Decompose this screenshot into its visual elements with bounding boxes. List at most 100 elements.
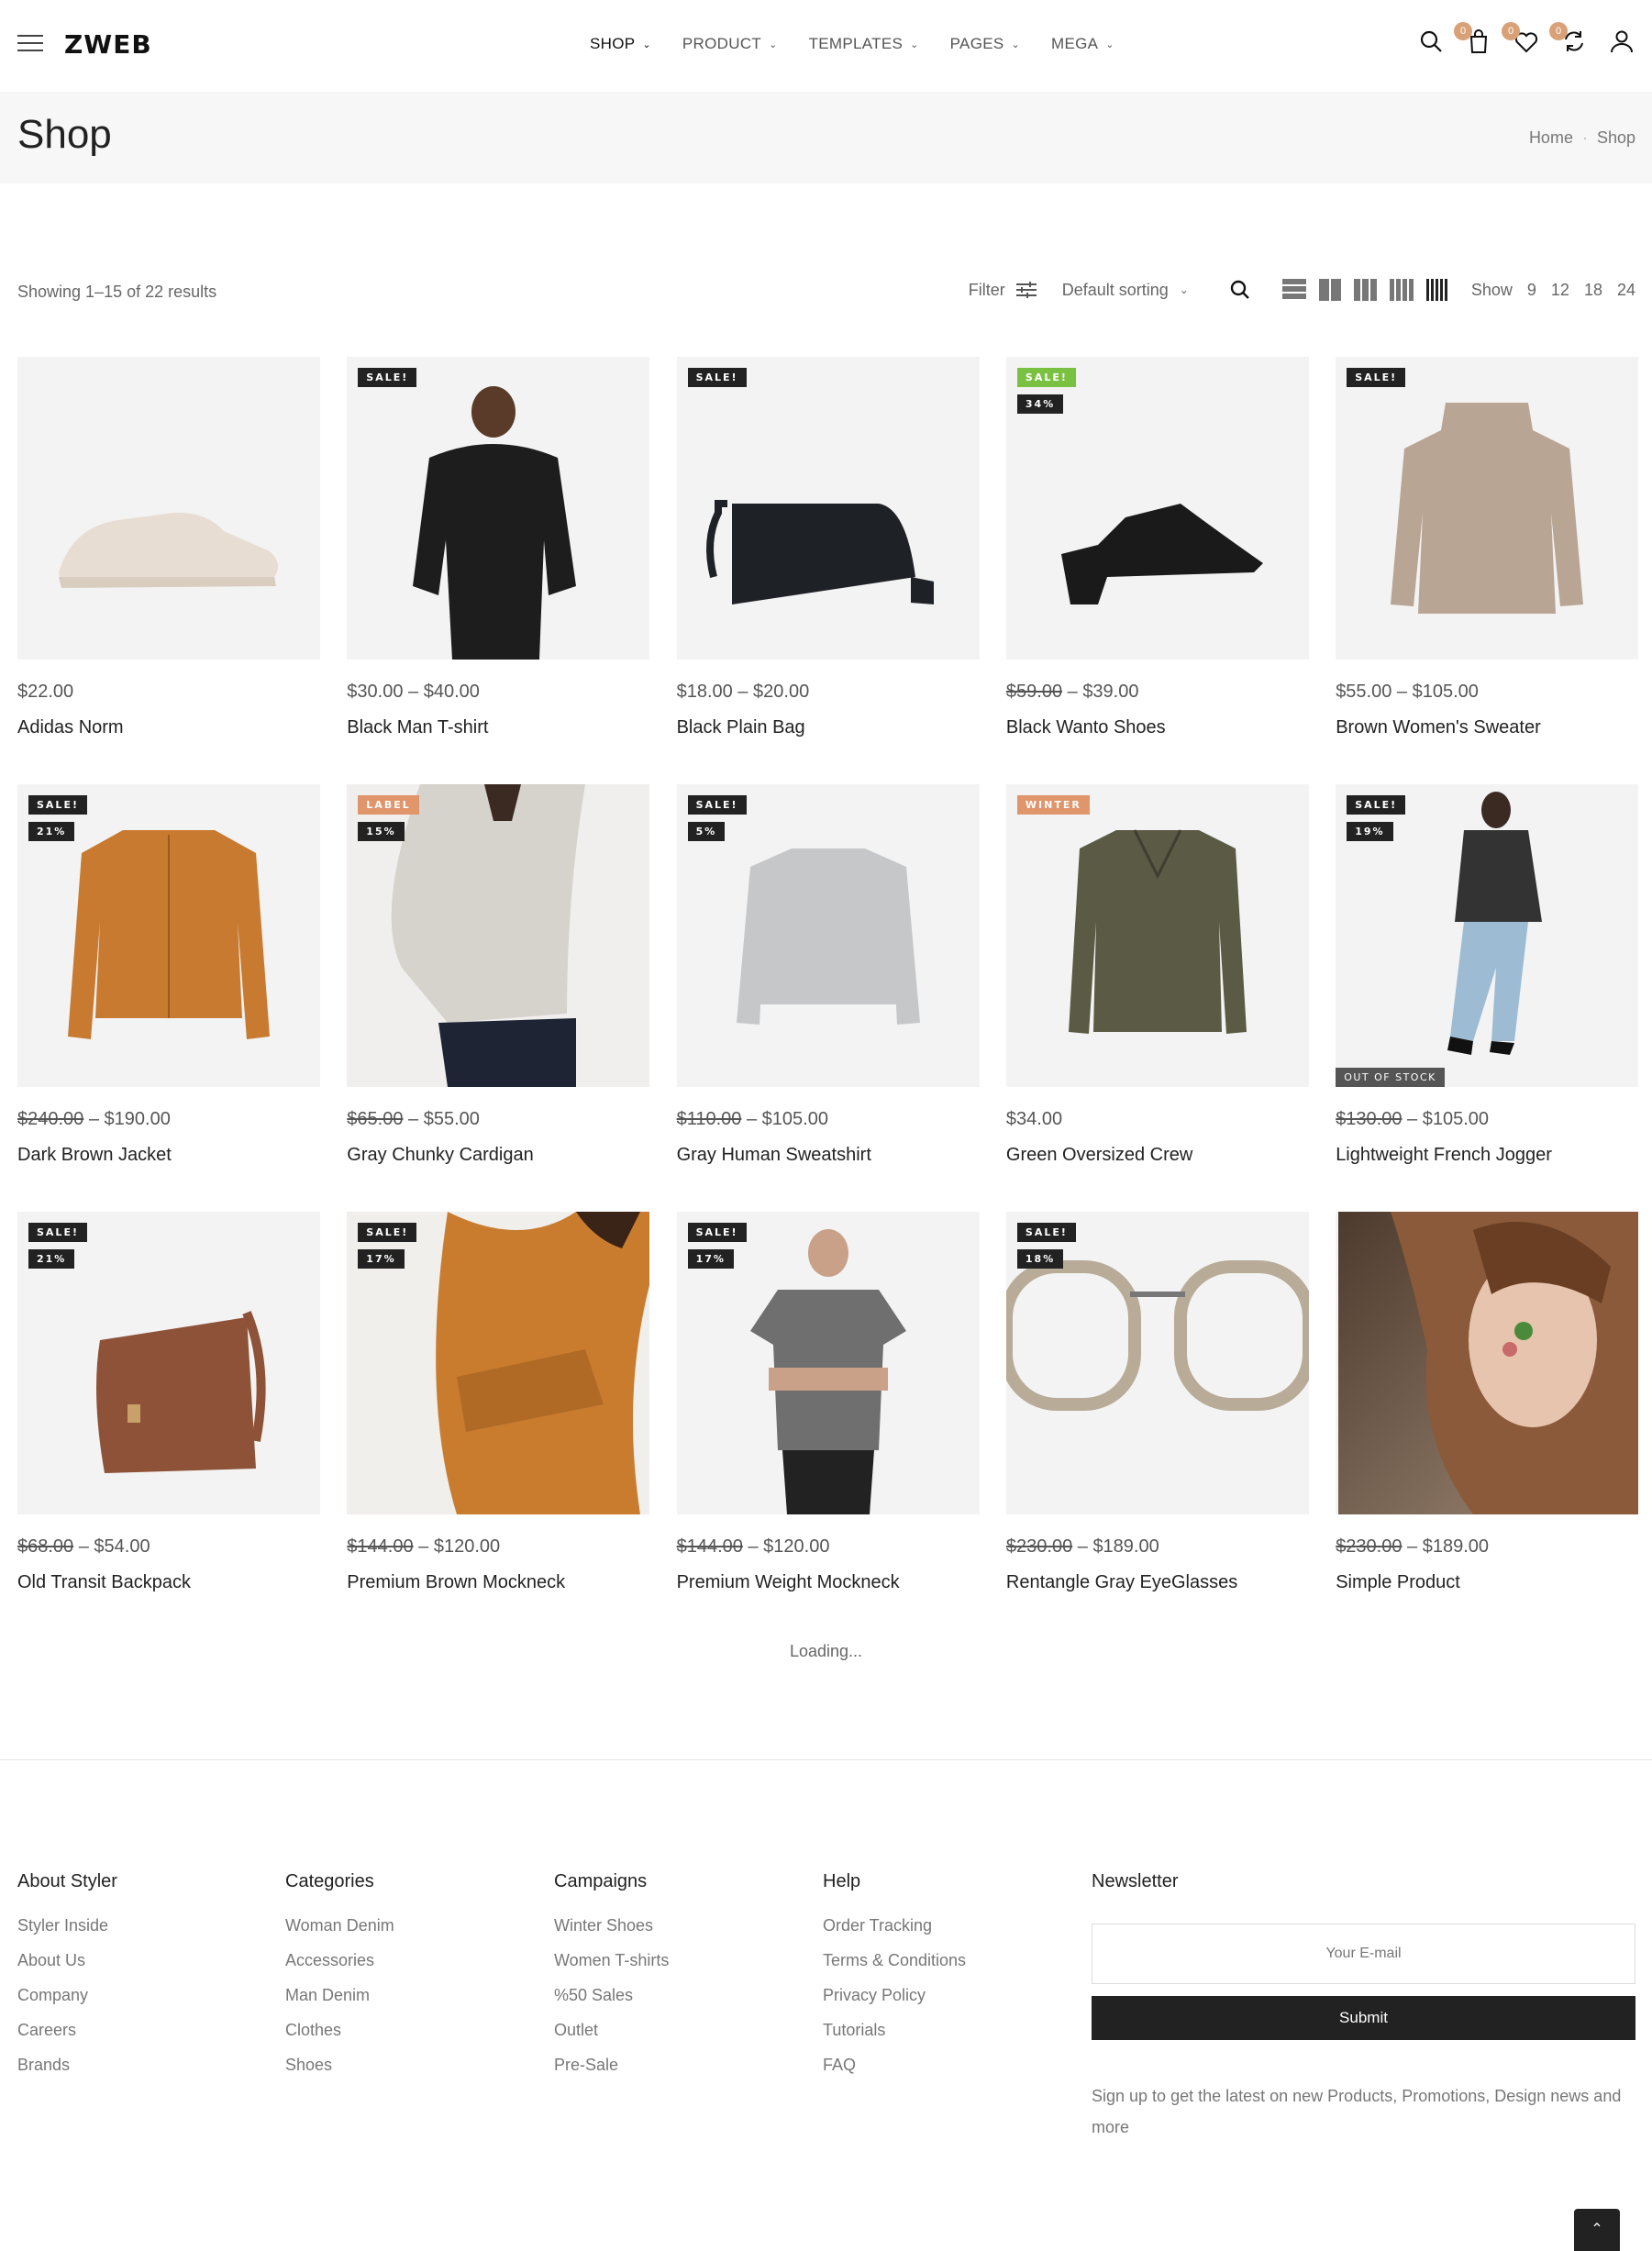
sneaker-image[interactable] — [17, 357, 320, 660]
product-card[interactable]: $230.00 – $189.00 Simple Product — [1336, 1212, 1639, 1593]
show-18-option[interactable]: 18 — [1584, 281, 1602, 300]
filter-button[interactable]: Filter — [969, 281, 1037, 300]
product-card[interactable]: SALE! 17% $144.00 – $120.00 Premium Weight … — [676, 1212, 980, 1593]
product-card[interactable]: SALE! 34% $59.00 – $39.00 Black Wanto Shoes — [1005, 357, 1309, 738]
show-9-option[interactable]: 9 — [1527, 281, 1536, 300]
footer-link[interactable]: Man Denim — [285, 1986, 394, 2005]
footer-link[interactable]: Order Tracking — [823, 1916, 966, 1935]
footer-link[interactable]: FAQ — [823, 2056, 966, 2075]
product-name[interactable]: Adidas Norm — [17, 717, 320, 738]
product-name[interactable]: Green Oversized Crew — [1006, 1145, 1309, 1166]
green-polo-image[interactable]: WINTER — [1005, 784, 1309, 1087]
product-name[interactable]: Premium Weight Mockneck — [677, 1572, 980, 1593]
product-card[interactable]: $22.00 Adidas Norm — [17, 357, 320, 738]
woman-portrait-image[interactable] — [1336, 1212, 1639, 1514]
product-card[interactable]: WINTER $34.00 Green Oversized Crew — [1005, 784, 1309, 1166]
footer-link[interactable]: Shoes — [285, 2056, 394, 2075]
product-card[interactable]: LABEL 15% $65.00 – $55.00 Gray Chunky Cardi… — [347, 784, 650, 1166]
newsletter-text: Sign up to get the latest on new Product… — [1092, 2087, 1622, 2136]
grid-2-icon[interactable] — [1318, 279, 1341, 301]
product-card[interactable]: SALE! $55.00 – $105.00 Brown Women's Sweat… — [1336, 357, 1639, 738]
product-card[interactable]: SALE! 18% $230.00 – $189.00 Rentangle Gray … — [1005, 1212, 1309, 1593]
cart-icon[interactable]: 0 — [1454, 22, 1492, 55]
footer-link[interactable]: Women T-shirts — [554, 1951, 669, 1970]
product-card[interactable]: SALE! $18.00 – $20.00 Black Plain Bag — [676, 357, 980, 738]
product-card[interactable]: SALE! 17% $144.00 – $120.00 Premium Brown M… — [347, 1212, 650, 1593]
sort-select[interactable]: Default sorting ⌄ — [1062, 281, 1189, 300]
gray-sweatshirt-image[interactable]: SALE! 5% — [676, 784, 980, 1087]
product-tags: WINTER — [1016, 795, 1090, 815]
footer-link[interactable]: Company — [17, 1986, 117, 2005]
product-name[interactable]: Black Wanto Shoes — [1006, 717, 1309, 738]
footer-link[interactable]: Brands — [17, 2056, 117, 2075]
footer-link[interactable]: About Us — [17, 1951, 117, 1970]
product-name[interactable]: Black Man T-shirt — [347, 717, 649, 738]
footer-link[interactable]: Outlet — [554, 2021, 669, 2040]
newsletter: Newsletter Your E-mail Submit Sign up to… — [1092, 1871, 1635, 2143]
nav-item-product[interactable]: PRODUCT ⌄ — [682, 35, 778, 53]
nav-item-templates[interactable]: TEMPLATES ⌄ — [809, 35, 919, 53]
footer-link[interactable]: Pre-Sale — [554, 2056, 669, 2075]
bag-image[interactable]: SALE! — [676, 357, 980, 660]
product-name[interactable]: Dark Brown Jacket — [17, 1145, 320, 1166]
sweater-image[interactable]: SALE! — [1336, 357, 1639, 660]
nav-item-pages[interactable]: PAGES ⌄ — [950, 35, 1020, 53]
footer-link[interactable]: %50 Sales — [554, 1986, 669, 2005]
search-icon[interactable] — [1229, 279, 1251, 301]
footer-link[interactable]: Styler Inside — [17, 1916, 117, 1935]
woman-jeans-image[interactable]: SALE! 19% OUT OF STOCK — [1336, 784, 1639, 1087]
man-tshirt-image[interactable]: SALE! 17% — [676, 1212, 980, 1514]
product-name[interactable]: Premium Brown Mockneck — [347, 1572, 649, 1593]
menu-icon[interactable] — [17, 35, 43, 53]
footer-link[interactable]: Terms & Conditions — [823, 1951, 966, 1970]
product-name[interactable]: Brown Women's Sweater — [1336, 717, 1638, 738]
product-card[interactable]: SALE! $30.00 – $40.00 Black Man T-shirt — [347, 357, 650, 738]
footer-link[interactable]: Tutorials — [823, 2021, 966, 2040]
wishlist-icon[interactable]: 0 — [1502, 22, 1540, 55]
footer-link[interactable]: Winter Shoes — [554, 1916, 669, 1935]
footer-link[interactable]: Careers — [17, 2021, 117, 2040]
search-icon[interactable] — [1417, 28, 1445, 55]
cardigan-image[interactable]: SALE! 21% — [17, 784, 320, 1087]
chevron-up-icon: ⌃ — [1591, 2222, 1603, 2237]
product-card[interactable]: SALE! 5% $110.00 – $105.00 Gray Human Sweat… — [676, 784, 980, 1166]
back-to-top-button[interactable]: ⌃ — [1574, 2209, 1620, 2251]
breadcrumb-separator: · — [1581, 128, 1588, 147]
email-field[interactable]: Your E-mail — [1092, 1924, 1635, 1984]
product-name[interactable]: Old Transit Backpack — [17, 1572, 320, 1593]
account-icon[interactable] — [1608, 28, 1635, 55]
product-name[interactable]: Black Plain Bag — [677, 717, 980, 738]
leather-bag-image[interactable]: SALE! 21% — [17, 1212, 320, 1514]
old-price: $144.00 — [347, 1536, 414, 1557]
breadcrumb-home-link[interactable]: Home — [1529, 128, 1573, 148]
nav-item-shop[interactable]: SHOP ⌄ — [590, 35, 651, 53]
show-12-option[interactable]: 12 — [1551, 281, 1569, 300]
woman-orange-cardigan-image[interactable]: SALE! 17% — [347, 1212, 650, 1514]
submit-button[interactable]: Submit — [1092, 1996, 1635, 2040]
footer-link[interactable]: Woman Denim — [285, 1916, 394, 1935]
product-card[interactable]: SALE! 19% OUT OF STOCK $130.00 – $105.00 Lig… — [1336, 784, 1639, 1166]
product-card[interactable]: SALE! 21% $240.00 – $190.00 Dark Brown Jack… — [17, 784, 320, 1166]
grid-4-icon[interactable] — [1389, 279, 1414, 301]
footer-link[interactable]: Accessories — [285, 1951, 394, 1970]
site-logo[interactable]: ZWEB — [64, 29, 152, 60]
footer-link[interactable]: Privacy Policy — [823, 1986, 966, 2005]
list-view-icon[interactable] — [1281, 279, 1306, 301]
mule-shoe-image[interactable]: SALE! 34% — [1005, 357, 1309, 660]
man-sweatshirt-image[interactable]: SALE! — [347, 357, 650, 660]
product-name[interactable]: Rentangle Gray EyeGlasses — [1006, 1572, 1309, 1593]
compare-icon[interactable]: 0 — [1549, 22, 1588, 55]
show-24-option[interactable]: 24 — [1617, 281, 1635, 300]
product-name[interactable]: Lightweight French Jogger — [1336, 1145, 1638, 1166]
product-name[interactable]: Gray Human Sweatshirt — [677, 1145, 980, 1166]
product-name[interactable]: Gray Chunky Cardigan — [347, 1145, 649, 1166]
product-name[interactable]: Simple Product — [1336, 1572, 1638, 1593]
woman-cardigan-image[interactable]: LABEL 15% — [347, 784, 650, 1087]
grid-3-icon[interactable] — [1353, 279, 1377, 301]
eyeglasses-image[interactable]: SALE! 18% — [1005, 1212, 1309, 1514]
product-card[interactable]: SALE! 21% $68.00 – $54.00 Old Transit Backp… — [17, 1212, 320, 1593]
footer-link[interactable]: Clothes — [285, 2021, 394, 2040]
grid-5-icon[interactable] — [1425, 279, 1447, 301]
nav-item-mega[interactable]: MEGA ⌄ — [1051, 35, 1114, 53]
shop-toolbar: Showing 1–15 of 22 results Filter Defaul… — [0, 275, 1652, 312]
